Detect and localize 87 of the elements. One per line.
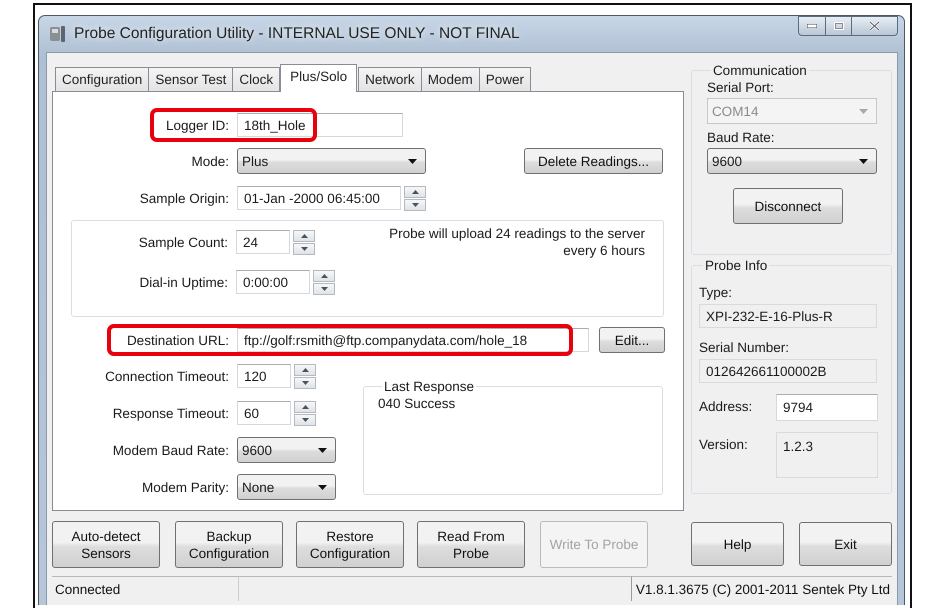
dropdown[interactable]: 9600 <box>706 148 877 174</box>
field-label: Modem Parity: <box>140 480 229 494</box>
group-title: Last Response <box>383 379 476 394</box>
input-field[interactable]: 1.2.3 <box>776 432 878 478</box>
field-label: Response Timeout: <box>112 406 229 420</box>
minimize-button[interactable] <box>798 16 826 36</box>
input-field[interactable]: 0:00:00 <box>236 270 310 294</box>
field-label: Modem Baud Rate: <box>112 442 229 458</box>
field-label: Connection Timeout: <box>104 368 229 384</box>
tab[interactable]: Clock <box>232 67 280 91</box>
field-label: Mode: <box>190 154 229 168</box>
input-field[interactable]: 01-Jan -2000 06:45:00 <box>237 186 401 210</box>
down-arrow-icon <box>412 202 418 206</box>
close-icon <box>869 21 880 31</box>
input-field[interactable]: 60 <box>237 401 291 425</box>
response-text: 040 Success <box>378 396 456 411</box>
caret-icon <box>858 108 868 114</box>
input-field[interactable]: 18th_Hole <box>237 113 403 137</box>
field-label: Address: <box>698 398 754 414</box>
caret-icon <box>858 158 868 164</box>
tab[interactable]: Plus/Solo <box>280 64 358 92</box>
spin-down-button[interactable] <box>293 242 315 254</box>
spin-up-button[interactable] <box>293 230 315 242</box>
action-button[interactable]: Restore Configuration <box>296 521 404 568</box>
input-field[interactable]: XPI-232-E-16-Plus-R <box>698 304 877 328</box>
spin-up-button[interactable] <box>294 400 316 412</box>
caret-icon <box>318 448 327 452</box>
spin-down-button[interactable] <box>313 282 335 294</box>
up-arrow-icon <box>300 234 308 238</box>
field-label: Type: <box>698 285 733 300</box>
action-button[interactable]: Read From Probe <box>417 521 525 568</box>
dropdown[interactable]: 9600 <box>237 437 336 463</box>
edit-button[interactable]: Edit... <box>599 327 665 353</box>
spin-down-button[interactable] <box>294 414 316 426</box>
up-arrow-icon <box>302 368 308 372</box>
action-button[interactable]: Backup Configuration <box>175 521 283 568</box>
input-field[interactable]: 120 <box>237 364 291 388</box>
field-label: Baud Rate: <box>706 130 776 145</box>
up-arrow-icon <box>412 190 418 194</box>
down-arrow-icon <box>302 380 308 384</box>
spin-down-button[interactable] <box>404 198 426 210</box>
spin-up-button[interactable] <box>294 364 316 376</box>
input-field[interactable]: 012642661100002B <box>698 359 877 383</box>
caret-icon <box>318 484 327 490</box>
group-title: Probe Info <box>704 258 768 273</box>
group-title: Communication <box>712 63 808 78</box>
spin-down-button[interactable] <box>294 376 316 388</box>
maximize-icon <box>834 22 844 30</box>
input-field[interactable]: 24 <box>236 230 290 254</box>
field-label: Version: <box>698 436 749 452</box>
input-field[interactable]: ftp://golf:rsmith@ftp.companydata.com/hole_18 <box>237 328 589 352</box>
status-text: Connected <box>55 582 120 596</box>
spin-up-button[interactable] <box>404 186 426 198</box>
up-arrow-icon <box>302 404 308 408</box>
spin-up-button[interactable] <box>313 270 335 282</box>
field-label: Serial Port: <box>706 80 775 95</box>
dialog-button[interactable]: Help <box>691 522 784 566</box>
version-text: V1.8.1.3675 (C) 2001-2011 Sentek Pty Ltd <box>636 582 890 596</box>
down-arrow-icon <box>320 286 328 290</box>
disconnect-button[interactable]: Disconnect <box>732 188 843 224</box>
close-button[interactable] <box>852 16 898 36</box>
up-arrow-icon <box>320 274 328 278</box>
device-icon <box>48 24 68 44</box>
action-button[interactable]: Auto-detect Sensors <box>52 521 160 568</box>
delete-readings-button[interactable]: Delete Readings... <box>524 148 663 174</box>
upload-note: Probe will upload 24 readings to the server every 6 hours <box>389 225 645 259</box>
input-field[interactable]: 9794 <box>776 394 878 421</box>
minimize-icon <box>807 24 817 28</box>
field-label: Sample Count: <box>138 234 228 250</box>
field-label: Serial Number: <box>698 340 790 355</box>
caret-icon <box>408 158 417 164</box>
field-label: Sample Origin: <box>138 190 229 206</box>
field-label: Logger ID: <box>164 118 229 132</box>
down-arrow-icon <box>302 418 308 422</box>
tab[interactable]: Configuration <box>55 67 150 91</box>
tab[interactable]: Power <box>478 67 531 91</box>
field-label: Dial-in Uptime: <box>138 274 228 290</box>
dropdown[interactable]: None <box>237 474 336 500</box>
tab[interactable]: Network <box>358 67 422 91</box>
dialog-button[interactable]: Exit <box>799 522 892 566</box>
field-label: Destination URL: <box>126 332 229 348</box>
tab[interactable]: Modem <box>420 67 480 91</box>
window-title: Probe Configuration Utility - INTERNAL USE ONLY - NOT FINAL <box>74 25 521 43</box>
dropdown[interactable]: Plus <box>237 148 426 174</box>
maximize-button[interactable] <box>826 16 852 36</box>
tab[interactable]: Sensor Test <box>148 67 234 91</box>
down-arrow-icon <box>300 246 308 250</box>
